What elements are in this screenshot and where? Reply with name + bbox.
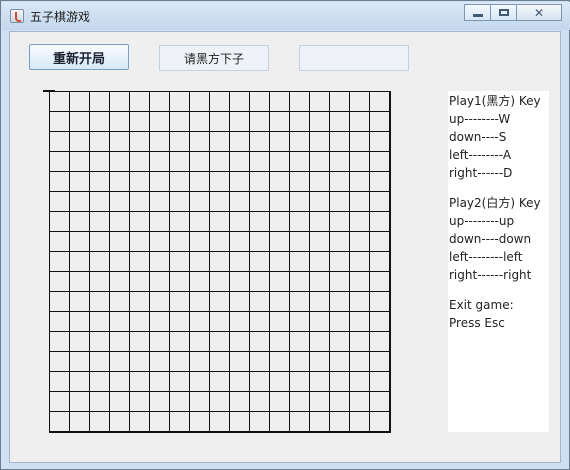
player1-key-title: Play1(黑方) Key — [449, 94, 541, 108]
player2-down-key: down----down — [449, 232, 532, 246]
window-title: 五子棋游戏 — [30, 10, 91, 24]
title-bar[interactable]: 五子棋游戏 ✕ — [2, 2, 570, 30]
minimize-icon — [473, 14, 483, 17]
minimize-button[interactable] — [464, 4, 491, 21]
help-spacer — [449, 182, 549, 194]
restart-button[interactable]: 重新开局 — [29, 44, 129, 70]
java-cup-icon — [10, 9, 24, 23]
player2-key-title: Play2(白方) Key — [449, 196, 541, 210]
window-controls: ✕ — [464, 4, 562, 21]
application-window: 五子棋游戏 ✕ 重新开局 请黑方下子 Play1(黑方) Key up-----… — [0, 0, 570, 470]
exit-game-title: Exit game: — [449, 298, 514, 312]
player2-left-key: left--------left — [449, 250, 523, 264]
player1-down-key: down----S — [449, 130, 507, 144]
player2-up-key: up--------up — [449, 214, 515, 228]
player1-left-key: left--------A — [449, 148, 512, 162]
player1-up-key: up--------W — [449, 112, 511, 126]
turn-status-label: 请黑方下子 — [159, 45, 269, 71]
close-button[interactable]: ✕ — [516, 4, 562, 21]
maximize-button[interactable] — [490, 4, 517, 21]
player2-right-key: right------right — [449, 268, 532, 282]
gomoku-board[interactable] — [49, 91, 391, 433]
player1-right-key: right------D — [449, 166, 513, 180]
key-help-panel: Play1(黑方) Key up--------W down----S left… — [448, 91, 549, 432]
empty-status-field — [299, 45, 409, 71]
exit-game-key: Press Esc — [449, 316, 505, 330]
maximize-icon — [499, 9, 509, 16]
help-spacer — [449, 284, 549, 296]
close-icon: ✕ — [534, 6, 545, 20]
